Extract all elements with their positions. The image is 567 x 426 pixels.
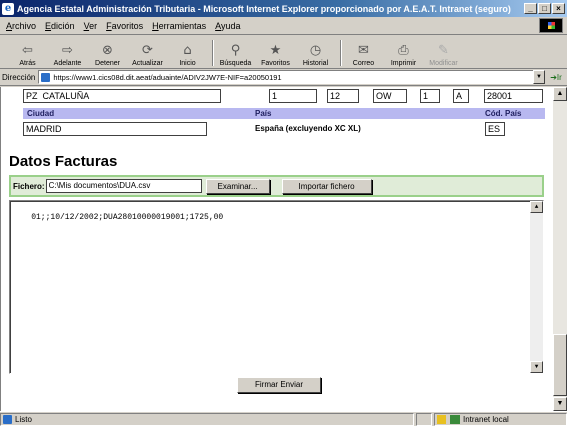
forward-arrow-icon: ⇨ [62, 42, 73, 58]
address-dropdown-button[interactable]: ▼ [533, 70, 545, 84]
status-empty-panel [416, 412, 432, 426]
country-code-label: Cód. País [485, 109, 522, 118]
invoice-data-textarea[interactable]: 01;;10/12/2002;DUA28010000019001;1725,00… [9, 200, 544, 374]
page-scrollbar[interactable]: ▲ ▼ [553, 87, 567, 411]
window-title-bar: e Agencia Estatal Administración Tributa… [0, 0, 567, 17]
invoices-title: Datos Facturas [9, 153, 118, 170]
intranet-icon [450, 414, 460, 424]
address-label: Dirección [2, 72, 36, 82]
toolbar-separator [212, 40, 214, 66]
mail-button[interactable]: ✉ Correo [346, 42, 381, 68]
go-button[interactable]: ➔Ir [545, 73, 567, 82]
door-field[interactable]: A [453, 89, 469, 103]
code-field[interactable]: OW [373, 89, 407, 103]
page-content: PZ CATALUÑA 1 12 OW 1 A 28001 Ciudad Paí… [0, 87, 553, 411]
menu-favoritos[interactable]: Favoritos [106, 21, 143, 31]
status-text: Listo [15, 414, 32, 424]
stop-button[interactable]: ⊗ Detener [90, 42, 125, 68]
refresh-icon: ⟳ [142, 42, 153, 58]
browse-button[interactable]: Examinar... [205, 178, 270, 194]
back-arrow-icon: ⇦ [22, 42, 33, 58]
address-labels-row: Ciudad País Cód. País [23, 108, 545, 119]
address-bar: Dirección https://www1.cics08d.dit.aeat/… [0, 69, 567, 86]
page-status-icon [3, 414, 12, 424]
scroll-down-icon[interactable]: ▼ [553, 397, 567, 411]
country-label: País [255, 109, 272, 118]
window-title: Agencia Estatal Administración Tributari… [17, 3, 511, 14]
edit-button: ✎ Modificar [429, 42, 458, 68]
maximize-button[interactable]: □ [538, 3, 551, 14]
print-button[interactable]: ⎙ Imprimir [386, 42, 421, 68]
favorites-icon: ★ [269, 42, 282, 58]
toolbar-separator [340, 40, 342, 66]
status-bar: Listo Intranet local [0, 411, 567, 426]
menu-ver[interactable]: Ver [84, 21, 98, 31]
security-zone-panel: Intranet local [434, 412, 567, 426]
menu-ayuda[interactable]: Ayuda [215, 21, 240, 31]
search-icon: ⚲ [230, 42, 241, 58]
mail-icon: ✉ [358, 42, 369, 58]
invoice-data-content: 01;;10/12/2002;DUA28010000019001;1725,00 [31, 213, 224, 222]
address-url: https://www1.cics08d.dit.aeat/aduainte/A… [53, 72, 282, 82]
minimize-button[interactable]: _ [524, 3, 537, 14]
menu-edicion[interactable]: Edición [45, 21, 75, 31]
print-icon: ⎙ [398, 42, 409, 58]
menu-archivo[interactable]: Archivo [6, 21, 36, 31]
forward-button[interactable]: ⇨ Adelante [50, 42, 85, 68]
city-field[interactable]: MADRID [23, 122, 207, 136]
stop-icon: ⊗ [102, 42, 113, 58]
scroll-up-icon[interactable]: ▲ [553, 87, 567, 101]
refresh-button[interactable]: ⟳ Actualizar [130, 42, 165, 68]
file-label: Fichero: [13, 181, 45, 191]
import-file-button[interactable]: Importar fichero [281, 178, 372, 194]
address-input[interactable]: https://www1.cics08d.dit.aeat/aduainte/A… [38, 70, 534, 84]
close-button[interactable]: × [552, 3, 565, 14]
security-zone-text: Intranet local [463, 414, 509, 424]
textarea-scrollbar[interactable]: ▲ ▼ [530, 201, 543, 373]
history-icon: ◷ [309, 42, 322, 58]
textarea-scroll-down-icon[interactable]: ▼ [530, 361, 543, 373]
country-value: España (excluyendo XC XL) [255, 124, 361, 133]
back-button[interactable]: ⇦ Atrás [10, 42, 45, 68]
country-code-field[interactable]: ES [485, 122, 505, 136]
home-button[interactable]: ⌂ Inicio [170, 42, 205, 68]
menu-herramientas[interactable]: Herramientas [152, 21, 206, 31]
home-icon: ⌂ [183, 42, 192, 58]
history-button[interactable]: ◷ Historial [298, 42, 333, 68]
floor-field[interactable]: 12 [327, 89, 359, 103]
search-button[interactable]: ⚲ Búsqueda [218, 42, 253, 68]
city-label: Ciudad [27, 109, 55, 118]
toolbar: ⇦ Atrás ⇨ Adelante ⊗ Detener ⟳ Actualizar ⌂ I… [0, 36, 567, 69]
street-field[interactable]: PZ CATALUÑA [23, 89, 221, 103]
sign-send-button[interactable]: Firmar Enviar [237, 377, 321, 393]
number-field[interactable]: 1 [269, 89, 317, 103]
ie-logo-icon: e [2, 2, 14, 15]
favorites-button[interactable]: ★ Favoritos [258, 42, 293, 68]
lock-icon [437, 414, 446, 424]
page-icon [41, 72, 51, 82]
textarea-scroll-up-icon[interactable]: ▲ [530, 201, 543, 213]
edit-icon: ✎ [438, 42, 449, 58]
menu-bar: Archivo Edición Ver Favoritos Herramient… [0, 17, 567, 35]
scroll-thumb[interactable] [553, 334, 567, 396]
file-path-input[interactable]: C:\Mis documentos\DUA.csv [45, 179, 202, 193]
go-arrow-icon: ➔ [550, 72, 557, 82]
postal-code-field[interactable]: 28001 [484, 89, 543, 103]
status-text-panel: Listo [0, 412, 414, 426]
stair-field[interactable]: 1 [420, 89, 440, 103]
windows-logo-icon [539, 18, 563, 33]
file-upload-row: Fichero: C:\Mis documentos\DUA.csv Exami… [9, 175, 544, 197]
